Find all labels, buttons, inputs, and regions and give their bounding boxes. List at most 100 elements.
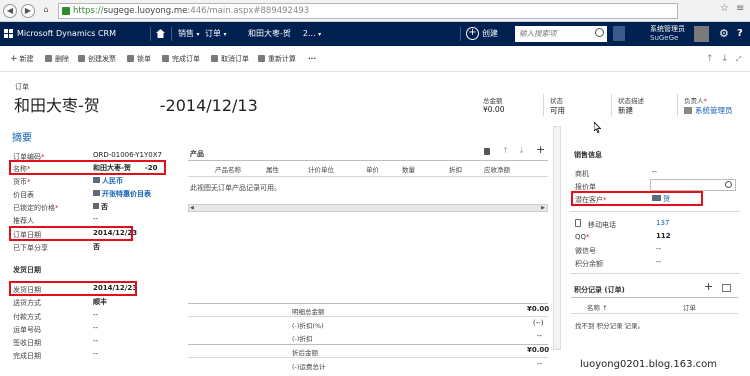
points-col-name[interactable]: 名称 ↑ <box>587 302 608 312</box>
mobile-phone-value[interactable]: 137 <box>656 219 669 227</box>
avatar[interactable] <box>694 26 709 42</box>
points-balance-label: 积分余额 <box>575 260 603 268</box>
mouse-cursor-icon <box>593 121 602 135</box>
price-list-value[interactable]: 开张特惠价目表 <box>93 189 151 199</box>
qq-value[interactable]: 112 <box>656 232 671 240</box>
more-commands-button[interactable]: ··· <box>308 46 316 72</box>
home-icon[interactable]: ⌂ <box>39 4 53 18</box>
nav-area-sales[interactable]: 销售 ▾ <box>178 22 200 47</box>
points-balance-value[interactable]: -- <box>656 258 661 266</box>
col-discount[interactable]: 折扣 <box>449 164 462 174</box>
order-number-value[interactable]: ORD-01006-Y1Y0X7 <box>93 151 162 159</box>
user-card-icon <box>613 26 625 41</box>
recalculate-button[interactable]: 重新计算 <box>258 46 296 72</box>
app-name[interactable]: Microsoft Dynamics CRM <box>17 22 116 46</box>
wechat-label: 微信号 <box>575 247 596 255</box>
add-product-icon[interactable]: + <box>536 143 545 156</box>
detail-total-value: ¥0.00 <box>527 305 550 313</box>
user-icon <box>684 107 692 114</box>
add-points-record-icon[interactable]: + <box>704 280 713 293</box>
completion-date-value[interactable]: -- <box>93 350 98 358</box>
owner-value[interactable]: 系统管理员 <box>684 105 733 116</box>
crm-navbar: Microsoft Dynamics CRM 销售 ▾ 订单 ▾ 和田大枣-贺 2… <box>0 22 750 46</box>
sales-info-title: 销售信息 <box>574 151 602 159</box>
discount-label: (-)折扣 <box>292 335 313 343</box>
phone-icon <box>575 219 581 227</box>
currency-value[interactable]: 人民币 <box>93 176 123 186</box>
nav-entity-orders[interactable]: 订单 ▾ <box>205 22 227 47</box>
qq-label: QQ* <box>575 233 590 241</box>
create-invoice-button[interactable]: 创建发票 <box>78 46 116 72</box>
gear-icon[interactable]: ⚙ <box>719 22 729 46</box>
opportunity-value[interactable]: -- <box>652 168 657 176</box>
status-reason-value[interactable]: 新建 <box>618 105 633 116</box>
discount-percent-value[interactable]: (--) <box>533 319 544 327</box>
grid-view-icon[interactable] <box>722 284 731 292</box>
payment-method-value[interactable]: -- <box>93 311 98 319</box>
products-scrollbar[interactable]: ◀ ▶ <box>188 204 548 212</box>
create-icon[interactable]: + <box>466 27 479 40</box>
wechat-value[interactable]: -- <box>656 245 661 253</box>
opportunity-label: 商机 <box>575 170 589 178</box>
points-records-title: 积分记录 (订单) <box>574 286 625 294</box>
quote-lookup-input[interactable] <box>650 179 736 191</box>
move-down-icon[interactable]: ↓ <box>518 146 525 155</box>
total-amount-label: 总金额 <box>483 97 503 105</box>
expand-icon[interactable]: ⤢ <box>736 46 742 72</box>
status-label: 状态 <box>550 97 563 105</box>
tracking-number-value[interactable]: -- <box>93 324 98 332</box>
col-net-amount[interactable]: 应收净额 <box>484 164 510 174</box>
referrer-value[interactable]: -- <box>93 215 98 223</box>
menu-icon[interactable]: ≡ <box>736 3 744 14</box>
previous-record-icon[interactable]: ↑ <box>706 46 714 72</box>
delivery-method-value[interactable]: 顺丰 <box>93 297 107 307</box>
after-discount-label: 折后金额 <box>292 349 318 357</box>
new-button[interactable]: + 新建 <box>10 46 34 72</box>
discount-value[interactable]: -- <box>537 332 542 340</box>
shipping-total-label: (-)运费总计 <box>292 363 326 371</box>
forward-button[interactable]: ▶ <box>21 4 35 18</box>
trash-icon <box>45 55 52 62</box>
points-col-order[interactable]: 订单 <box>683 302 696 312</box>
fulfill-order-button[interactable]: 完成订单 <box>162 46 200 72</box>
lock-price-button[interactable]: 锁单 <box>127 46 151 72</box>
next-record-icon[interactable]: ↓ <box>721 46 729 72</box>
search-icon[interactable] <box>595 28 604 37</box>
back-button[interactable]: ◀ <box>3 4 17 18</box>
highlight-name <box>9 160 166 175</box>
global-search-input[interactable]: 输入搜索项 <box>515 26 607 42</box>
col-price[interactable]: 单价 <box>366 164 379 174</box>
shared-value[interactable]: 否 <box>93 242 100 252</box>
points-empty-message: 找不到 积分记录 记录。 <box>575 322 645 330</box>
tracking-number-label: 运单号码 <box>13 326 41 334</box>
lock-icon <box>127 55 134 62</box>
status-reason-label: 状态描述 <box>618 97 644 105</box>
price-locked-value[interactable]: 否 <box>93 202 108 212</box>
products-grid-header: 产品名称 属性 计价单位 单价 数量 折扣 应收净额 <box>188 162 548 174</box>
col-property[interactable]: 属性 <box>266 164 279 174</box>
receipt-date-value[interactable]: -- <box>93 337 98 345</box>
status-value[interactable]: 可用 <box>550 105 565 116</box>
move-up-icon[interactable]: ↑ <box>502 146 509 155</box>
help-icon[interactable]: ? <box>737 22 743 46</box>
scroll-right-icon: ▶ <box>541 205 545 211</box>
col-quantity[interactable]: 数量 <box>402 164 415 174</box>
calculator-icon <box>258 55 265 62</box>
col-product-name[interactable]: 产品名称 <box>215 164 241 174</box>
home-nav-icon[interactable] <box>156 29 165 38</box>
address-bar[interactable]: https://sugege.luoyong.me:446/main.aspx#… <box>58 3 678 19</box>
shared-label: 已下单分享 <box>13 244 48 252</box>
star-icon[interactable]: ☆ <box>720 3 729 14</box>
nav-record[interactable]: 和田大枣-贺 2... ▾ <box>248 22 321 47</box>
detail-total-label: 明细总金额 <box>292 308 325 316</box>
shipping-section-title: 发货日期 <box>13 266 41 274</box>
col-unit[interactable]: 计价单位 <box>308 164 334 174</box>
lock-icon <box>62 7 70 15</box>
form-scrollbar[interactable] <box>553 126 561 350</box>
shipping-total-value[interactable]: -- <box>537 360 542 368</box>
delete-button[interactable]: 删除 <box>45 46 69 72</box>
entity-label: 订单 <box>15 83 29 91</box>
cancel-order-button[interactable]: 取消订单 <box>211 46 249 72</box>
user-name[interactable]: 系统管理员 <box>650 25 685 34</box>
create-button[interactable]: 创建 <box>482 22 498 46</box>
